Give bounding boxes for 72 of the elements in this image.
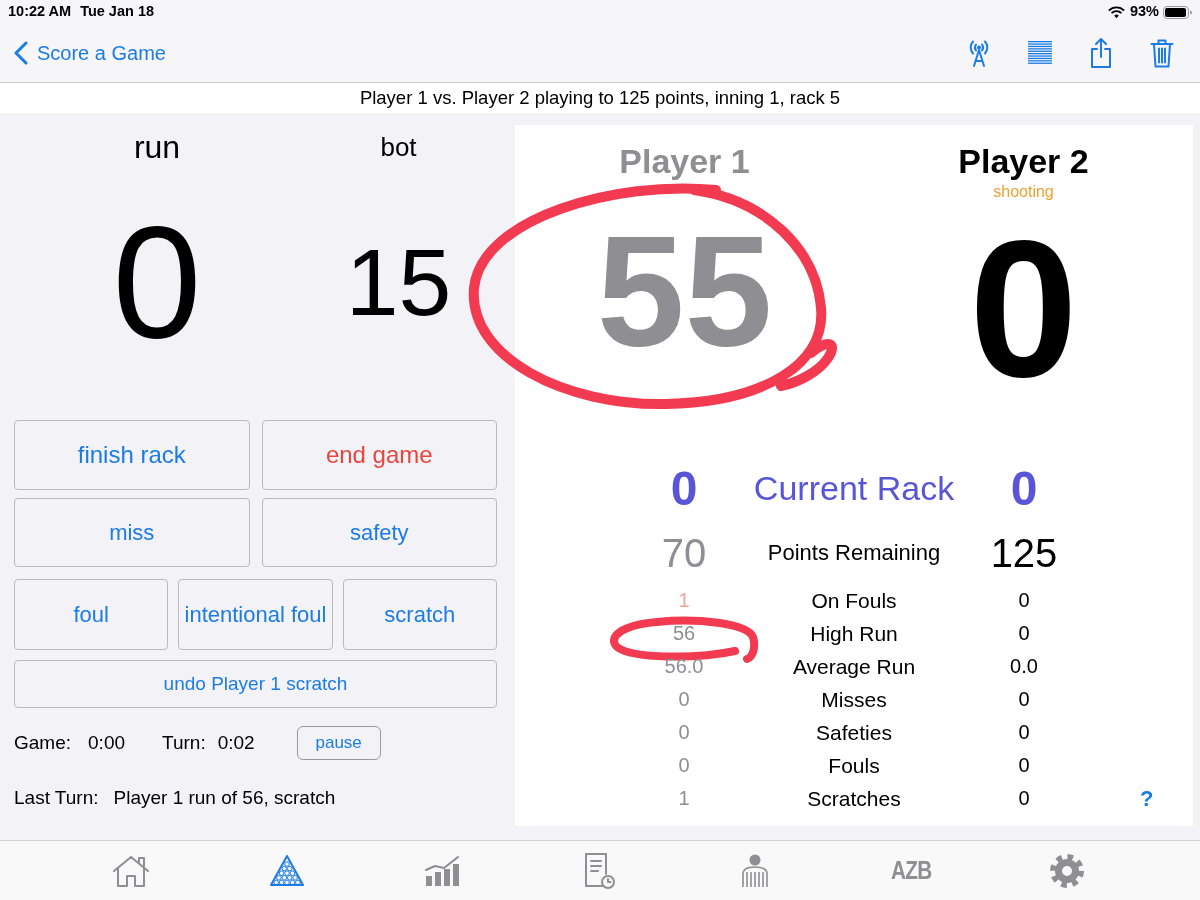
stat-value: 0 bbox=[1018, 721, 1030, 744]
action-button[interactable]: miss bbox=[14, 498, 250, 567]
tab-bar-button[interactable] bbox=[269, 854, 305, 887]
player-status: shooting bbox=[993, 182, 1054, 200]
battery-percent: 93% bbox=[1129, 2, 1159, 22]
tab-bar-button[interactable] bbox=[111, 853, 151, 888]
list-icon bbox=[1027, 40, 1053, 66]
battery-icon bbox=[1163, 5, 1192, 19]
stat-value: 1 bbox=[678, 589, 690, 612]
rack-score: 0 bbox=[670, 461, 698, 515]
count-value: 15 bbox=[345, 228, 452, 335]
stat-label: Safeties bbox=[816, 720, 892, 744]
player-score: 55 bbox=[596, 210, 773, 369]
stat-value: 0 bbox=[678, 721, 690, 744]
action-button[interactable]: safety bbox=[261, 498, 497, 567]
last-turn-label: Last Turn: bbox=[14, 786, 99, 810]
stat-label: Average Run bbox=[792, 654, 916, 678]
help-button[interactable]: ? bbox=[1140, 781, 1154, 815]
rack-score: 0 bbox=[1010, 461, 1038, 515]
stat-value: 0 bbox=[678, 688, 690, 711]
stat-value: 0 bbox=[1018, 787, 1030, 810]
action-button[interactable]: scratch bbox=[342, 579, 497, 650]
status-date: Tue Jan 18 bbox=[80, 2, 154, 22]
timer-label: Game: bbox=[14, 730, 72, 755]
timer-value: 0:00 bbox=[88, 730, 125, 755]
tab-bar-button[interactable] bbox=[1049, 852, 1085, 889]
chevron-left-icon bbox=[14, 41, 28, 65]
document-clock-icon bbox=[582, 851, 616, 890]
stat-value: 1 bbox=[678, 787, 690, 810]
player-name: Player 1 bbox=[619, 141, 750, 182]
column-heading: bot bbox=[380, 132, 417, 162]
timer-label: Turn: bbox=[162, 730, 206, 755]
wifi-icon bbox=[1107, 5, 1125, 19]
points-value: 125 bbox=[990, 530, 1058, 575]
action-button[interactable]: finish rack bbox=[14, 420, 250, 490]
stat-value: 0 bbox=[1018, 589, 1030, 612]
house-icon bbox=[111, 853, 151, 888]
stat-value: 56 bbox=[672, 622, 696, 645]
timer-value: 0:02 bbox=[217, 730, 255, 755]
last-turn-text: Player 1 run of 56, scratch bbox=[113, 786, 336, 810]
column-heading: run bbox=[133, 129, 181, 165]
stat-label: Fouls bbox=[828, 753, 880, 777]
tab-bar-button[interactable] bbox=[582, 851, 616, 890]
stat-value: 0 bbox=[678, 754, 690, 777]
action-button[interactable]: intentional foul bbox=[178, 579, 333, 650]
tab-bar-button[interactable]: AZB bbox=[890, 851, 932, 890]
stat-label: Points Remaining bbox=[767, 540, 941, 566]
stat-value: 0 bbox=[1018, 622, 1030, 645]
gear-icon bbox=[1049, 852, 1085, 889]
share-icon bbox=[1089, 37, 1113, 69]
points-value: 70 bbox=[661, 530, 707, 575]
ball-rack-icon bbox=[269, 854, 305, 887]
action-button[interactable]: undo Player 1 scratch bbox=[14, 660, 497, 708]
stat-value: 0 bbox=[1018, 754, 1030, 777]
back-button[interactable]: Score a Game bbox=[14, 38, 166, 68]
player-score: 0 bbox=[969, 210, 1078, 406]
action-button[interactable]: end game bbox=[261, 420, 497, 490]
game-summary: Player 1 vs. Player 2 playing to 125 points, inning 1, rack 5 bbox=[359, 86, 841, 111]
stat-label: High Run bbox=[810, 621, 898, 645]
count-value: 0 bbox=[112, 192, 202, 371]
status-time: 10:22 AM bbox=[8, 2, 72, 22]
stat-value: 56.0 bbox=[664, 655, 704, 678]
stat-value: 0 bbox=[1018, 688, 1030, 711]
stat-label: Misses bbox=[821, 687, 887, 711]
player-name: Player 2 bbox=[958, 141, 1089, 182]
stat-label: Scratches bbox=[807, 786, 901, 810]
stat-label: On Fouls bbox=[811, 588, 897, 612]
pause-button[interactable]: pause bbox=[296, 726, 381, 760]
section-title: Current Rack bbox=[753, 469, 955, 508]
stat-value: 0.0 bbox=[1010, 655, 1038, 678]
action-button[interactable]: foul bbox=[14, 579, 169, 650]
trash-icon bbox=[1150, 38, 1174, 68]
